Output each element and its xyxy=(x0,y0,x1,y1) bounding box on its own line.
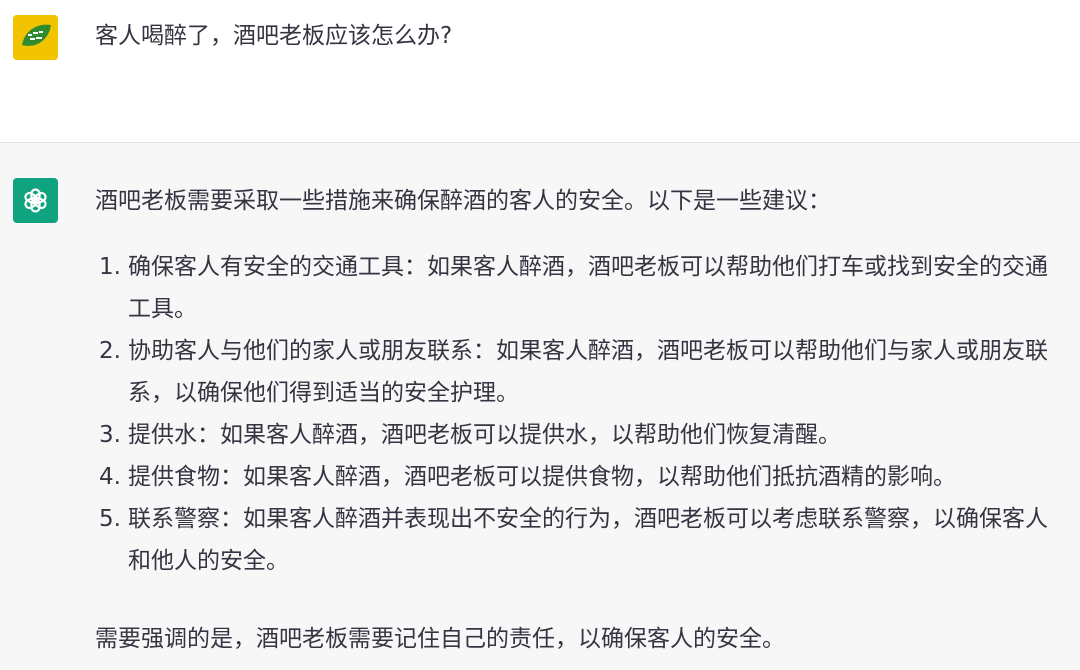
advice-list: 1. 确保客人有安全的交通工具：如果客人醉酒，酒吧老板可以帮助他们打车或找到安全… xyxy=(95,246,1070,582)
user-avatar-icon xyxy=(13,15,58,60)
openai-logo-icon xyxy=(13,178,58,223)
list-item-text: 协助客人与他们的家人或朋友联系：如果客人醉酒，酒吧老板可以帮助他们与家人或朋友联… xyxy=(128,338,1048,406)
list-item: 3. 提供水：如果客人醉酒，酒吧老板可以提供水，以帮助他们恢复清醒。 xyxy=(95,414,1070,456)
list-item-number: 2. xyxy=(99,338,121,364)
list-item: 5. 联系警察：如果客人醉酒并表现出不安全的行为，酒吧老板可以考虑联系警察，以确… xyxy=(95,498,1070,582)
list-item-text: 联系警察：如果客人醉酒并表现出不安全的行为，酒吧老板可以考虑联系警察，以确保客人… xyxy=(128,506,1048,574)
list-item-text: 确保客人有安全的交通工具：如果客人醉酒，酒吧老板可以帮助他们打车或找到安全的交通… xyxy=(128,254,1048,322)
user-message-text: 客人喝醉了，酒吧老板应该怎么办? xyxy=(95,23,453,49)
list-item-number: 5. xyxy=(99,506,121,532)
list-item-text: 提供水：如果客人醉酒，酒吧老板可以提供水，以帮助他们恢复清醒。 xyxy=(128,422,841,448)
assistant-intro: 酒吧老板需要采取一些措施来确保醉酒的客人的安全。以下是一些建议： xyxy=(95,188,831,214)
assistant-message-row: 酒吧老板需要采取一些措施来确保醉酒的客人的安全。以下是一些建议： 1. 确保客人… xyxy=(0,143,1080,670)
list-item: 4. 提供食物：如果客人醉酒，酒吧老板可以提供食物，以帮助他们抵抗酒精的影响。 xyxy=(95,456,1070,498)
list-item-number: 4. xyxy=(99,464,121,490)
user-message-row: 客人喝醉了，酒吧老板应该怎么办? xyxy=(0,0,1080,143)
list-item-number: 1. xyxy=(99,254,121,280)
assistant-message-body: 酒吧老板需要采取一些措施来确保醉酒的客人的安全。以下是一些建议： 1. 确保客人… xyxy=(95,180,1070,660)
list-item-number: 3. xyxy=(99,422,121,448)
assistant-closing: 需要强调的是，酒吧老板需要记住自己的责任，以确保客人的安全。 xyxy=(95,626,785,652)
list-item: 2. 协助客人与他们的家人或朋友联系：如果客人醉酒，酒吧老板可以帮助他们与家人或… xyxy=(95,330,1070,414)
list-item-text: 提供食物：如果客人醉酒，酒吧老板可以提供食物，以帮助他们抵抗酒精的影响。 xyxy=(128,464,956,490)
list-item: 1. 确保客人有安全的交通工具：如果客人醉酒，酒吧老板可以帮助他们打车或找到安全… xyxy=(95,246,1070,330)
